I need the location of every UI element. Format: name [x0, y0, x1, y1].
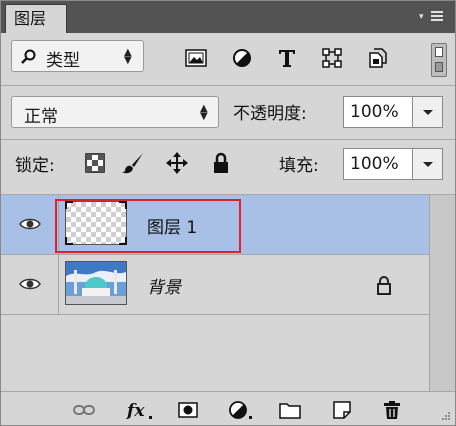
layer-row-background[interactable]: 背景	[1, 255, 429, 315]
divider	[1, 139, 455, 140]
visibility-toggle[interactable]	[1, 255, 59, 314]
blend-mode-label: 正常	[24, 107, 58, 127]
smart-object-filter-icon[interactable]	[364, 45, 390, 71]
trash-icon[interactable]	[381, 400, 403, 420]
panel-bottom-toolbar: fx	[1, 391, 455, 425]
group-folder-icon[interactable]	[279, 400, 301, 420]
blend-mode-select[interactable]: 正常 ▲ ▼	[11, 96, 219, 128]
lock-transparent-pixels-icon[interactable]	[83, 151, 107, 175]
visibility-toggle[interactable]	[1, 195, 59, 254]
updown-arrows-icon: ▲ ▼	[124, 47, 132, 66]
filter-kind-label: 类型	[46, 51, 80, 71]
eye-icon	[19, 278, 41, 290]
panel-menu-icon[interactable]: ▾	[419, 9, 445, 25]
eye-icon	[19, 218, 41, 230]
mask-icon[interactable]	[177, 400, 199, 420]
opacity-dropdown-button[interactable]	[413, 96, 443, 128]
opacity-label: 不透明度:	[233, 104, 307, 124]
lock-all-icon[interactable]	[209, 151, 233, 175]
filter-toggle-switch[interactable]	[431, 43, 447, 77]
adjustment-layer-icon[interactable]	[227, 400, 255, 420]
fill-label: 填充:	[279, 156, 319, 176]
svg-text:fx: fx	[126, 401, 145, 420]
lock-icon	[377, 276, 391, 295]
resize-grip-icon[interactable]	[441, 411, 451, 421]
fx-icon[interactable]: fx	[125, 400, 155, 420]
tab-layers[interactable]: 图层	[5, 4, 67, 33]
lock-position-move-icon[interactable]	[165, 151, 189, 175]
layers-list: 图层 1 背景	[1, 195, 429, 391]
filter-kind-select[interactable]: 类型 ▲ ▼	[11, 40, 144, 72]
opacity-input[interactable]: 100%	[343, 96, 413, 128]
layer-name[interactable]: 背景	[147, 273, 181, 298]
fill-input[interactable]: 100%	[343, 148, 413, 180]
image-filter-icon[interactable]	[183, 45, 209, 71]
layers-panel: 图层 ▾ 类型 ▲ ▼ 正常 ▲ ▼ 不透明度: 100% 锁定: 填充: 10…	[0, 0, 456, 426]
layer-thumbnail-photo	[65, 261, 127, 305]
type-filter-icon[interactable]	[274, 45, 300, 71]
highlight-annotation-box	[55, 199, 241, 253]
divider	[1, 85, 455, 86]
mosque-photo-icon	[66, 262, 126, 304]
search-icon	[21, 49, 36, 64]
layer-row-layer-1[interactable]: 图层 1	[1, 195, 429, 255]
shape-filter-icon[interactable]	[319, 45, 345, 71]
fill-dropdown-button[interactable]	[413, 148, 443, 180]
panel-titlebar: 图层 ▾	[1, 1, 455, 33]
lock-label: 锁定:	[15, 156, 55, 176]
adjustment-filter-icon[interactable]	[229, 45, 255, 71]
layers-scrollbar[interactable]	[429, 195, 455, 391]
lock-image-pixels-brush-icon[interactable]	[121, 151, 145, 175]
new-layer-icon[interactable]	[331, 400, 353, 420]
updown-arrows-icon: ▲ ▼	[200, 103, 208, 122]
filter-row: 类型 ▲ ▼	[1, 33, 455, 85]
link-layers-icon[interactable]	[73, 400, 95, 420]
